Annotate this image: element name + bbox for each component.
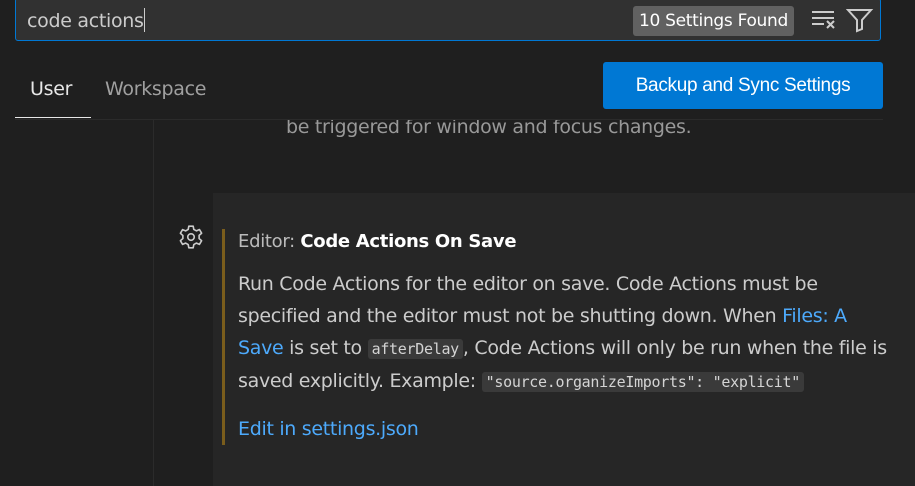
search-input[interactable]: code actions: [27, 8, 145, 32]
files-auto-save-link-cont[interactable]: Save: [238, 337, 284, 359]
active-tab-underline: [15, 117, 91, 118]
modified-indicator: [222, 229, 225, 445]
tab-workspace[interactable]: Workspace: [105, 78, 206, 100]
previous-setting-description: be triggered for window and focus change…: [286, 120, 692, 138]
setting-title: Editor: Code Actions On Save: [238, 231, 517, 252]
tab-user[interactable]: User: [30, 78, 72, 100]
files-auto-save-link[interactable]: Files: A: [782, 305, 847, 327]
settings-list[interactable]: be triggered for window and focus change…: [153, 120, 915, 486]
filter-icon[interactable]: [846, 7, 874, 33]
settings-search-box[interactable]: code actions 10 Settings Found: [15, 0, 881, 41]
backup-sync-button[interactable]: Backup and Sync Settings: [603, 62, 883, 109]
clear-filter-icon[interactable]: [810, 7, 838, 31]
edit-in-settings-json-link[interactable]: Edit in settings.json: [238, 418, 419, 440]
results-count-badge: 10 Settings Found: [633, 6, 794, 36]
setting-description: Run Code Actions for the editor on save.…: [238, 273, 887, 392]
gear-icon[interactable]: [178, 224, 204, 250]
